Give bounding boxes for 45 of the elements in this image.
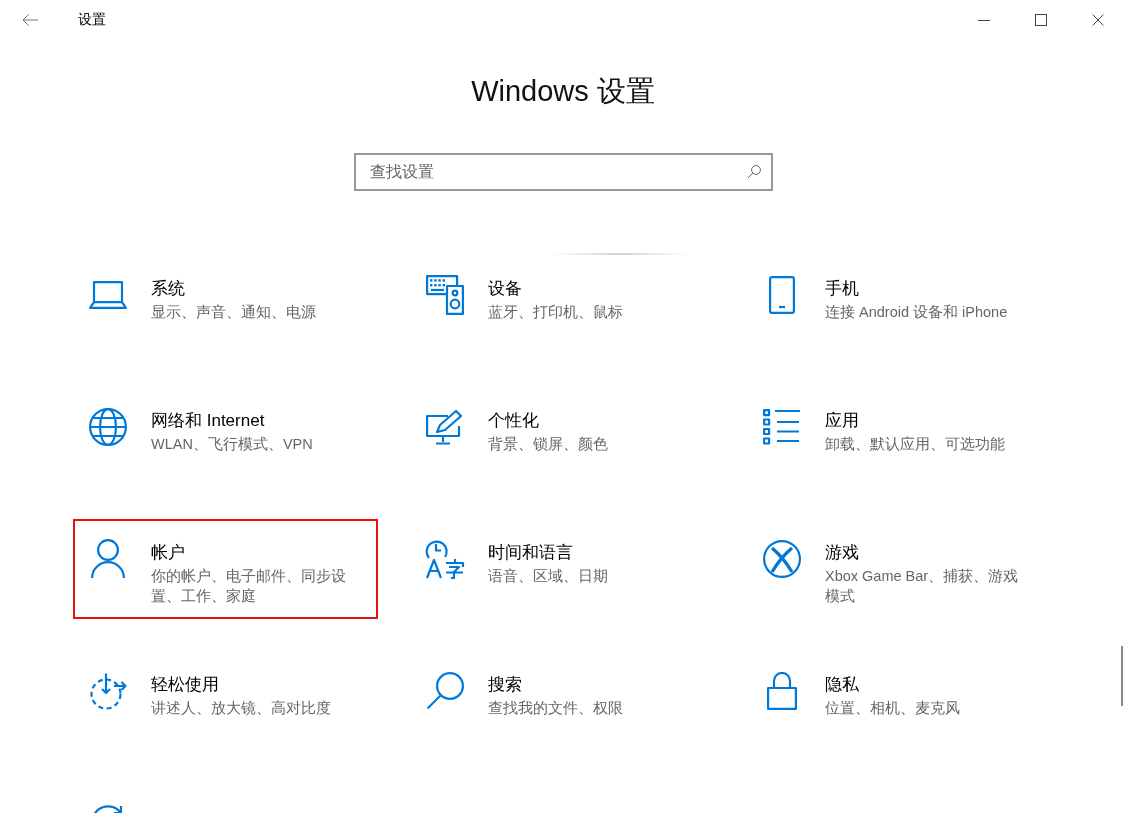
tile-description: 显示、声音、通知、电源 [151,303,317,322]
phone-icon [769,276,795,314]
tile-title[interactable]: 网络和 Internet [151,410,349,432]
tile-description: 背景、锁屏、颜色 [488,435,609,454]
tile-title[interactable]: 时间和语言 [488,542,686,564]
tile-title[interactable]: 轻松使用 [151,674,349,696]
tile-description: WLAN、飞行模式、VPN [151,435,314,454]
tile-title[interactable]: 系统 [151,278,349,300]
tile-description: 语音、区域、日期 [488,567,609,586]
scrollbar-thumb[interactable] [1121,646,1123,706]
tile-title[interactable]: 个性化 [488,410,686,432]
tile-title[interactable]: 搜索 [488,674,686,696]
tile-title[interactable]: 手机 [825,278,1023,300]
laptop-icon [89,281,127,309]
back-arrow-icon [22,14,38,26]
tile-title[interactable]: 帐户 [151,542,349,564]
minimize-icon [977,19,990,21]
circle-cross-icon [763,540,801,578]
monitor-brush-icon [426,409,464,445]
tile-description: 蓝牙、打印机、鼠标 [488,303,624,322]
list-icon [763,409,801,445]
person-icon [91,539,125,579]
close-icon [1091,14,1104,26]
tile-title[interactable]: 游戏 [825,542,1023,564]
clock-letters-icon [425,539,465,579]
search-icon [426,672,464,710]
tile-title[interactable]: 应用 [825,410,1023,432]
tile-description: Xbox Game Bar、捕获、游戏模式 [825,567,1020,606]
tile-description: 卸载、默认应用、可选功能 [825,435,1006,454]
keyboard-speaker-icon [426,275,464,315]
tile-description: 查找我的文件、权限 [488,699,624,718]
search-icon [746,165,761,179]
lock-icon [767,672,797,710]
window-title: 设置 [78,11,106,29]
tile-description: 位置、相机、麦克风 [825,699,961,718]
tile-description: 你的帐户、电子邮件、同步设置、工作、家庭 [151,567,347,606]
tile-description: 连接 Android 设备和 iPhone [825,303,1009,322]
tile-title[interactable]: 设备 [488,278,686,300]
globe-icon [89,408,127,446]
page-heading: Windows 设置 [471,74,655,109]
tile-title[interactable]: 隐私 [825,674,1023,696]
maximize-icon [1034,14,1047,26]
dashed-circle-arrow-icon [89,672,127,710]
search-field[interactable]: 查找设置 [353,153,773,191]
tile-description: 讲述人、放大镜、高对比度 [151,699,332,718]
